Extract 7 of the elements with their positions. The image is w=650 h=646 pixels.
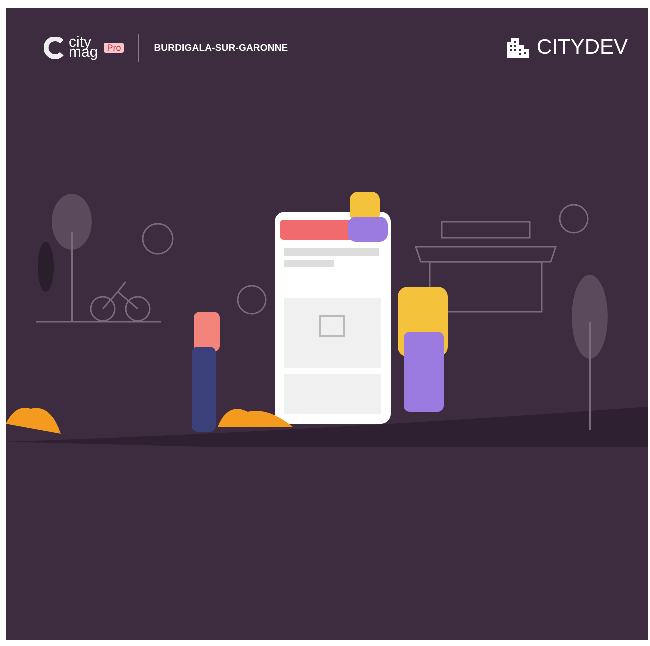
logo-text: mag (69, 48, 98, 58)
location-label: BURDIGALA-SUR-GARONNE (154, 42, 288, 54)
pro-badge: Pro (104, 43, 124, 53)
brand-name: CITYDEV (536, 36, 628, 60)
logo-icon (44, 37, 66, 59)
buildings-icon (506, 38, 530, 58)
logo-text: city (69, 38, 92, 48)
